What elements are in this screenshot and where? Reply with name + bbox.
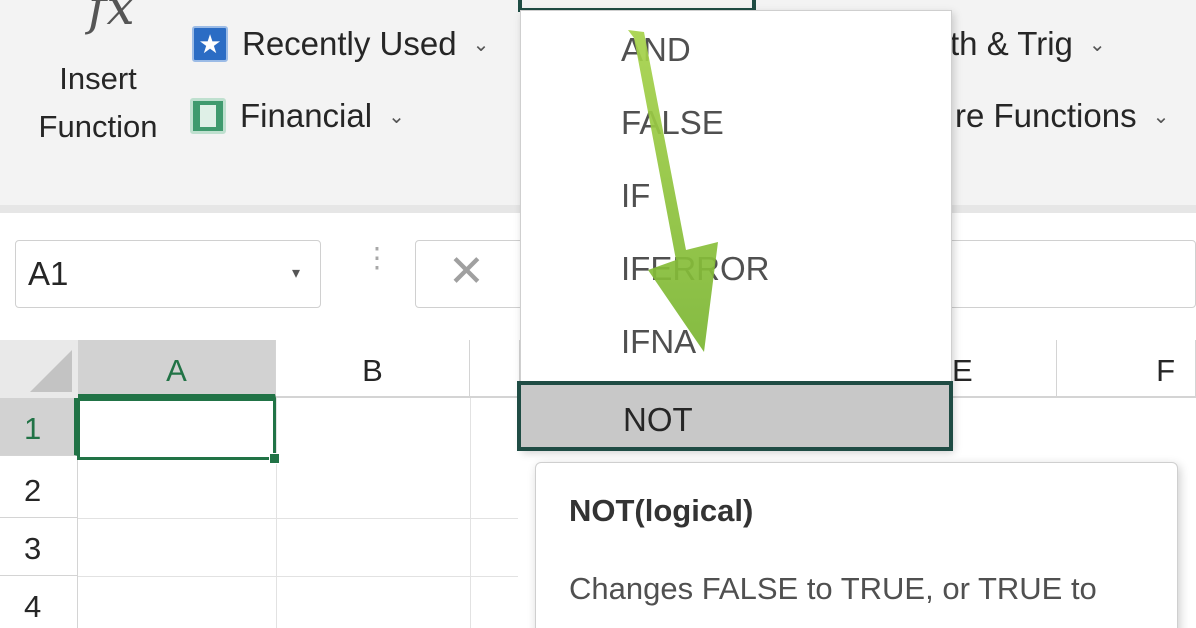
chevron-down-icon: ⌄ [388, 105, 405, 128]
tooltip-description: Changes FALSE to TRUE, or TRUE to [569, 571, 1097, 606]
row-header-1[interactable]: 1 [0, 398, 78, 456]
menu-item-false[interactable]: FALSE [521, 88, 951, 158]
function-tooltip: NOT(logical) Changes FALSE to TRUE, or T… [535, 462, 1178, 628]
gridline [78, 576, 518, 577]
math-trig-label: th & Trig [950, 25, 1073, 62]
row-header-3[interactable]: 3 [0, 518, 78, 576]
more-functions-label: re Functions [955, 97, 1137, 134]
column-header-e[interactable]: E [952, 340, 1057, 398]
vertical-dots-icon[interactable]: ⋮ [363, 244, 391, 272]
menu-item-if[interactable]: IF [521, 161, 951, 231]
active-cell-a1[interactable] [77, 398, 280, 464]
select-all-triangle-icon [30, 350, 72, 392]
menu-item-ifna[interactable]: IFNA [521, 307, 951, 377]
logical-functions-menu: AND FALSE IF IFERROR IFNA NOT [517, 10, 953, 451]
column-header-c[interactable] [470, 340, 520, 398]
name-box[interactable]: A1 ▾ [15, 240, 321, 308]
chevron-down-icon: ⌄ [1152, 105, 1170, 128]
book-icon [190, 98, 226, 134]
column-header-f[interactable]: F [1057, 340, 1196, 398]
math-trig-button[interactable]: th & Trig ⌄ [950, 22, 1106, 66]
menu-item-and[interactable]: AND [521, 15, 951, 85]
menu-item-not[interactable]: NOT [517, 381, 953, 451]
gridline [470, 398, 471, 628]
row-header-2[interactable]: 2 [0, 460, 78, 518]
financial-button[interactable]: Financial ⌄ [190, 94, 405, 138]
chevron-down-icon: ⌄ [472, 33, 490, 56]
financial-label: Financial [240, 97, 373, 134]
insert-function-button[interactable]: fx Insert Function [28, 0, 178, 150]
tooltip-title: NOT(logical) [569, 493, 754, 528]
row-header-4[interactable]: 4 [0, 576, 78, 628]
recently-used-label: Recently Used [242, 25, 457, 62]
column-header-a[interactable]: A [78, 340, 276, 398]
name-box-value: A1 [28, 255, 69, 292]
caret-down-icon[interactable]: ▾ [292, 263, 300, 283]
recently-used-button[interactable]: ★ Recently Used ⌄ [192, 22, 489, 66]
star-icon: ★ [192, 26, 228, 62]
gridline [78, 518, 518, 519]
gridline [276, 398, 277, 628]
fx-icon: fx [88, 0, 135, 36]
more-functions-button[interactable]: re Functions ⌄ [955, 94, 1169, 138]
cancel-icon[interactable]: ✕ [448, 246, 485, 297]
insert-function-label: Insert Function [38, 61, 158, 144]
column-header-b[interactable]: B [276, 340, 470, 398]
menu-item-iferror[interactable]: IFERROR [521, 234, 951, 304]
chevron-down-icon: ⌄ [1088, 33, 1106, 56]
